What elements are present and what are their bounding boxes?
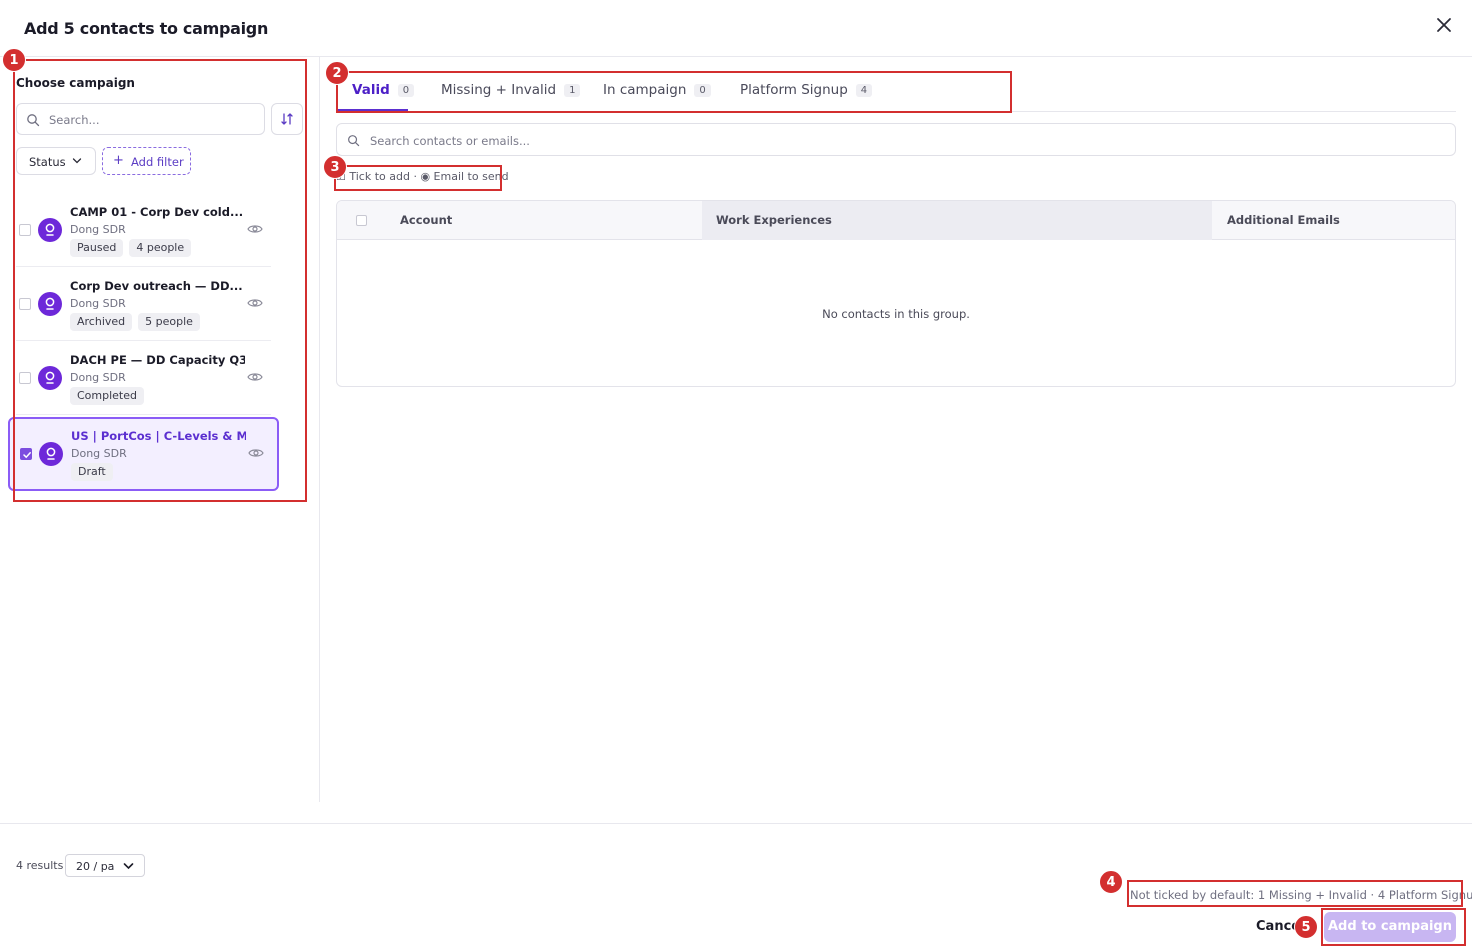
campaign-owner: Dong SDR xyxy=(71,447,127,460)
campaign-item-selected[interactable]: US | PortCos | C-Levels & M... Dong SDR … xyxy=(8,417,279,491)
contact-group-tabs: Valid 0 Missing + Invalid 1 In campaign … xyxy=(336,77,1456,112)
dialog-footer: 4 results 20 / page Not ticked by defaul… xyxy=(0,823,1472,950)
eye-icon[interactable] xyxy=(248,447,264,459)
table-header: Account Work Experiences Additional Emai… xyxy=(337,201,1455,240)
tab-label: Valid xyxy=(352,82,390,98)
status-badge: Paused xyxy=(70,239,124,257)
campaign-owner: Dong SDR xyxy=(70,297,126,310)
chevron-down-icon xyxy=(123,863,134,870)
chevron-down-icon xyxy=(72,158,82,164)
annotation-badge-5: 5 xyxy=(1294,915,1318,939)
status-badge: Draft xyxy=(71,463,113,481)
campaign-item[interactable]: DACH PE — DD Capacity Q3 Dong SDR Comple… xyxy=(16,341,271,415)
column-header-additional-emails[interactable]: Additional Emails xyxy=(1227,201,1455,240)
campaign-name: Corp Dev outreach — DD... xyxy=(70,279,243,293)
dialog-header: Add 5 contacts to campaign xyxy=(0,0,1472,57)
campaign-checkbox[interactable] xyxy=(19,372,31,384)
contacts-pane: Valid 0 Missing + Invalid 1 In campaign … xyxy=(320,57,1472,802)
location-pin-icon xyxy=(45,223,55,236)
annotation-badge-2: 2 xyxy=(325,61,349,85)
add-to-campaign-button[interactable]: Add to campaign xyxy=(1324,912,1456,942)
campaign-search-placeholder: Search... xyxy=(49,113,100,127)
search-icon xyxy=(347,134,360,150)
campaign-picker-pane: Choose campaign Search... Status + Add f… xyxy=(0,57,320,802)
status-filter-label: Status xyxy=(29,155,66,169)
campaign-search-input[interactable]: Search... xyxy=(16,103,265,135)
tab-in-campaign[interactable]: In campaign 0 xyxy=(603,82,711,111)
tab-label: In campaign xyxy=(603,82,687,98)
dialog-title: Add 5 contacts to campaign xyxy=(24,19,269,38)
tab-valid[interactable]: Valid 0 xyxy=(336,82,415,111)
add-filter-button[interactable]: + Add filter xyxy=(102,147,191,175)
location-pin-icon xyxy=(45,297,55,310)
select-all-checkbox[interactable] xyxy=(356,215,367,226)
tab-label: Platform Signup xyxy=(740,82,848,98)
campaign-name: CAMP 01 - Corp Dev cold... xyxy=(70,205,244,219)
column-header-work-experiences[interactable]: Work Experiences xyxy=(702,201,1212,240)
contacts-table: Account Work Experiences Additional Emai… xyxy=(336,200,1456,387)
location-pin-icon xyxy=(45,371,55,384)
add-filter-label: Add filter xyxy=(131,155,184,169)
add-to-campaign-label: Add to campaign xyxy=(1328,919,1452,934)
annotation-badge-4: 4 xyxy=(1099,870,1123,894)
campaign-name: US | PortCos | C-Levels & M... xyxy=(71,429,246,443)
campaign-owner: Dong SDR xyxy=(70,223,126,236)
default-untick-note: Not ticked by default: 1 Missing + Inval… xyxy=(1130,888,1472,902)
annotation-badge-1: 1 xyxy=(2,48,26,72)
annotation-badge-3: 3 xyxy=(323,155,347,179)
eye-icon[interactable] xyxy=(247,371,263,383)
status-filter-dropdown[interactable]: Status xyxy=(16,147,96,175)
selection-legend: ☑ Tick to add · ◉ Email to send xyxy=(336,170,509,183)
people-count-badge: 5 people xyxy=(138,313,200,331)
campaign-name: DACH PE — DD Capacity Q3 xyxy=(70,353,245,367)
contact-search-input[interactable]: Search contacts or emails... xyxy=(336,123,1456,156)
status-badge: Archived xyxy=(70,313,133,331)
page-size-value: 20 / page xyxy=(76,860,114,873)
location-pin-icon xyxy=(46,447,56,460)
campaign-avatar xyxy=(39,442,63,466)
tab-count-badge: 0 xyxy=(694,84,711,97)
column-header-account[interactable]: Account xyxy=(400,201,702,240)
campaign-avatar xyxy=(38,218,62,242)
campaign-item[interactable]: CAMP 01 - Corp Dev cold... Dong SDR Paus… xyxy=(16,193,271,267)
tab-missing-invalid[interactable]: Missing + Invalid 1 xyxy=(441,82,581,111)
tab-platform-signup[interactable]: Platform Signup 4 xyxy=(740,82,873,111)
campaign-checkbox-checked[interactable] xyxy=(20,448,32,460)
tab-count-badge: 1 xyxy=(564,84,581,97)
empty-state-message: No contacts in this group. xyxy=(822,307,970,321)
close-icon[interactable] xyxy=(1433,14,1455,36)
campaign-avatar xyxy=(38,292,62,316)
plus-icon: + xyxy=(113,153,124,168)
people-count-badge: 4 people xyxy=(129,239,192,257)
check-icon xyxy=(23,452,31,459)
eye-icon[interactable] xyxy=(247,223,263,235)
campaign-avatar xyxy=(38,366,62,390)
tab-label: Missing + Invalid xyxy=(441,82,557,98)
choose-campaign-label: Choose campaign xyxy=(16,76,135,90)
tab-count-badge: 4 xyxy=(855,84,873,97)
campaign-owner: Dong SDR xyxy=(70,371,126,384)
search-icon xyxy=(26,113,40,127)
campaign-checkbox[interactable] xyxy=(19,224,31,236)
campaign-item[interactable]: Corp Dev outreach — DD... Dong SDR Archi… xyxy=(16,267,271,341)
campaign-checkbox[interactable] xyxy=(19,298,31,310)
results-count: 4 results xyxy=(16,859,64,872)
eye-icon[interactable] xyxy=(247,297,263,309)
sort-icon xyxy=(281,113,293,125)
tab-count-badge: 0 xyxy=(397,84,415,97)
status-badge: Completed xyxy=(70,387,144,405)
sort-button[interactable] xyxy=(271,103,303,135)
page-size-select[interactable]: 20 / page xyxy=(65,854,145,877)
contact-search-placeholder: Search contacts or emails... xyxy=(370,134,530,148)
